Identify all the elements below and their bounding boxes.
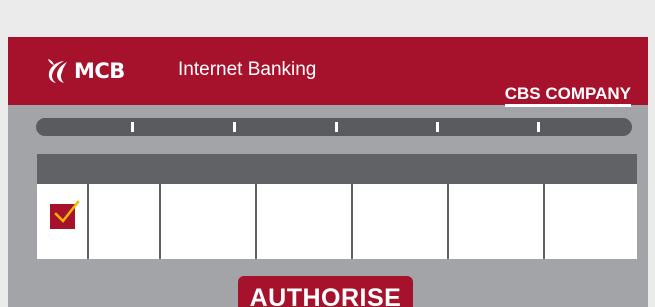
progress-tick bbox=[537, 122, 540, 132]
app-frame: MCB Internet Banking CBS COMPANY AUTHORI… bbox=[8, 37, 648, 307]
logo-text: MCB bbox=[74, 59, 125, 83]
checkmark-icon bbox=[54, 200, 80, 223]
company-name: CBS COMPANY bbox=[504, 85, 631, 107]
table-row bbox=[37, 184, 637, 259]
table-cell bbox=[545, 184, 637, 259]
mcb-logo: MCB bbox=[42, 56, 125, 86]
progress-tick bbox=[335, 122, 338, 132]
progress-tick bbox=[233, 122, 236, 132]
table-cell bbox=[257, 184, 353, 259]
table-cell-select bbox=[37, 184, 89, 259]
app-title: Internet Banking bbox=[178, 59, 317, 80]
progress-tick bbox=[131, 122, 134, 132]
table-cell bbox=[89, 184, 161, 259]
mcb-logo-icon bbox=[48, 59, 67, 83]
row-checkbox[interactable] bbox=[50, 200, 80, 229]
data-table bbox=[37, 154, 637, 259]
progress-tick bbox=[436, 122, 439, 132]
progress-track bbox=[36, 118, 632, 136]
table-cell bbox=[161, 184, 257, 259]
authorise-button[interactable]: AUTHORISE bbox=[238, 276, 413, 307]
table-cell bbox=[353, 184, 449, 259]
table-cell bbox=[449, 184, 545, 259]
table-header bbox=[37, 154, 637, 184]
header-bar: MCB Internet Banking CBS COMPANY bbox=[8, 37, 648, 107]
